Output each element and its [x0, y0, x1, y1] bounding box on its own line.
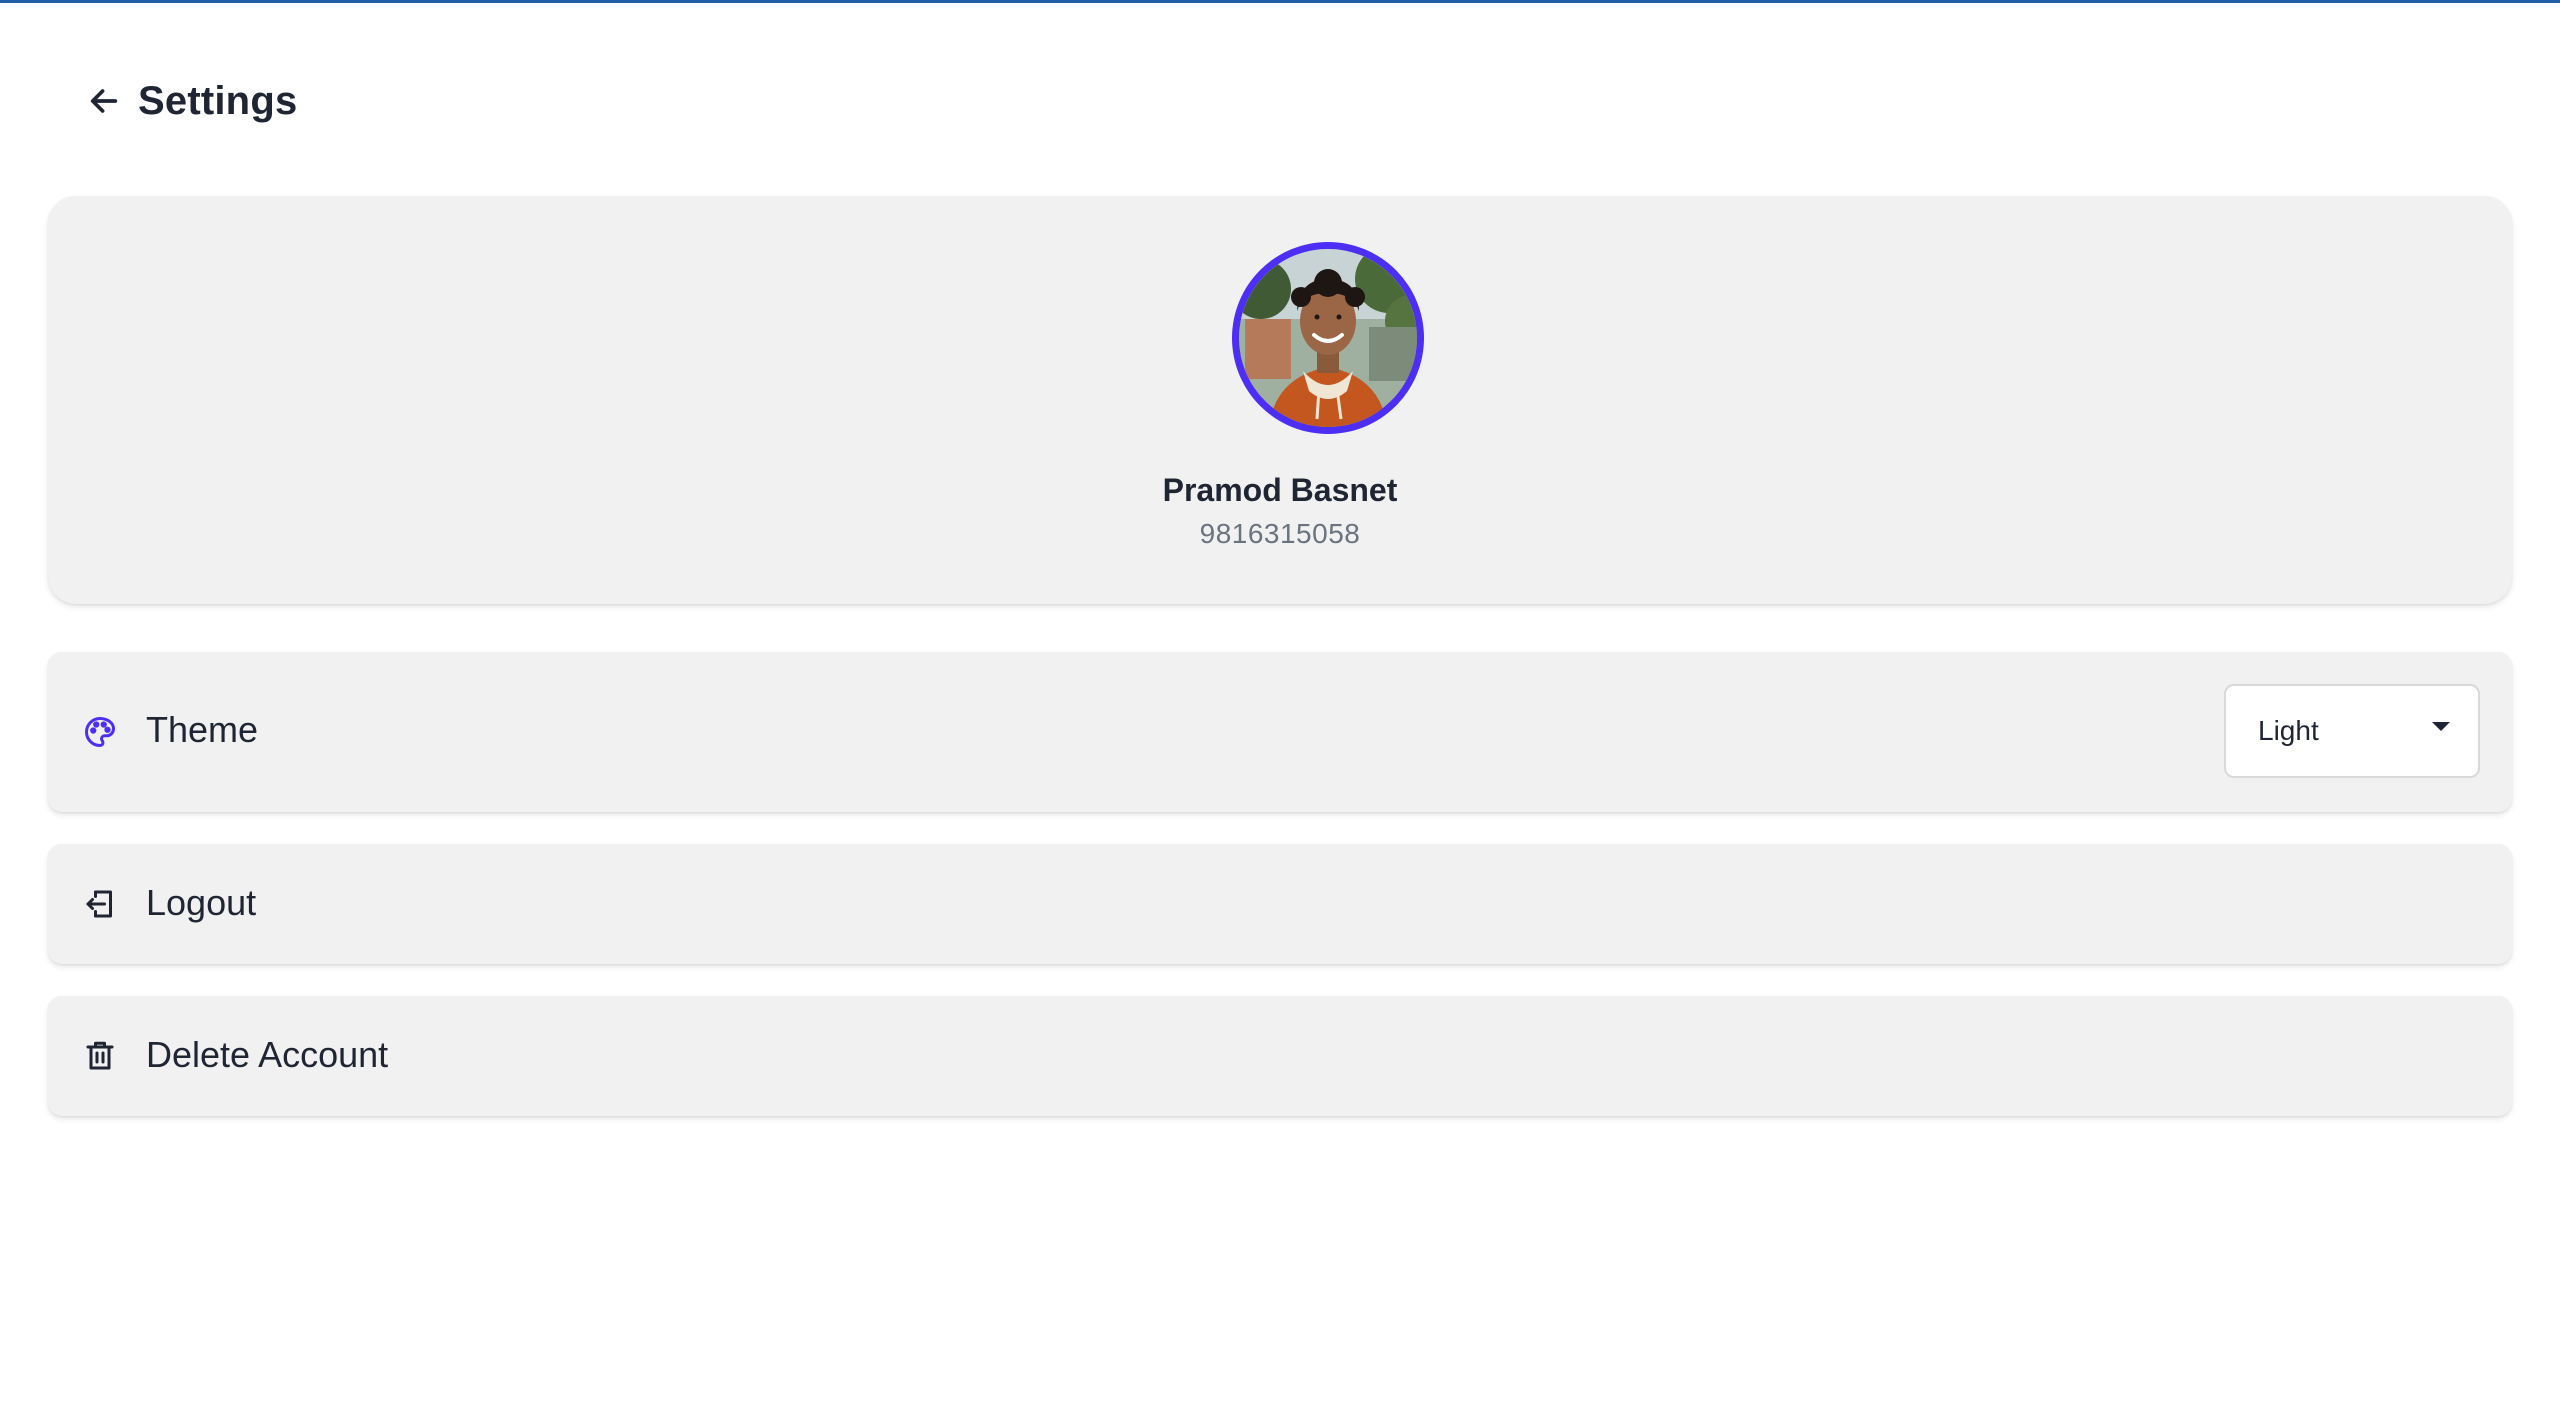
back-button[interactable]: [82, 79, 126, 123]
page-title: Settings: [138, 78, 298, 123]
delete-account-row[interactable]: Delete Account: [48, 996, 2512, 1116]
profile-card: Pramod Basnet 9816315058: [48, 196, 2512, 604]
avatar-ring: [1232, 242, 1424, 434]
profile-phone: 9816315058: [1199, 518, 1361, 549]
trash-icon: [82, 1038, 118, 1074]
chevron-down-icon: [2432, 722, 2450, 731]
logout-row[interactable]: Logout: [48, 844, 2512, 964]
logout-label: Logout: [146, 882, 257, 923]
palette-icon: [82, 714, 118, 750]
theme-select-value: Light: [2258, 715, 2319, 746]
avatar: [1239, 249, 1417, 427]
theme-setting-row: Theme Light: [48, 652, 2512, 812]
avatar-photo: [1239, 249, 1417, 427]
page-header: Settings: [82, 70, 297, 132]
profile-name: Pramod Basnet: [1162, 472, 1398, 508]
logout-icon: [82, 886, 118, 922]
delete-account-label: Delete Account: [146, 1034, 389, 1075]
theme-label: Theme: [146, 709, 259, 750]
theme-select[interactable]: Light: [2224, 684, 2480, 778]
top-accent-line: [0, 0, 2560, 3]
arrow-left-icon: [90, 89, 118, 113]
